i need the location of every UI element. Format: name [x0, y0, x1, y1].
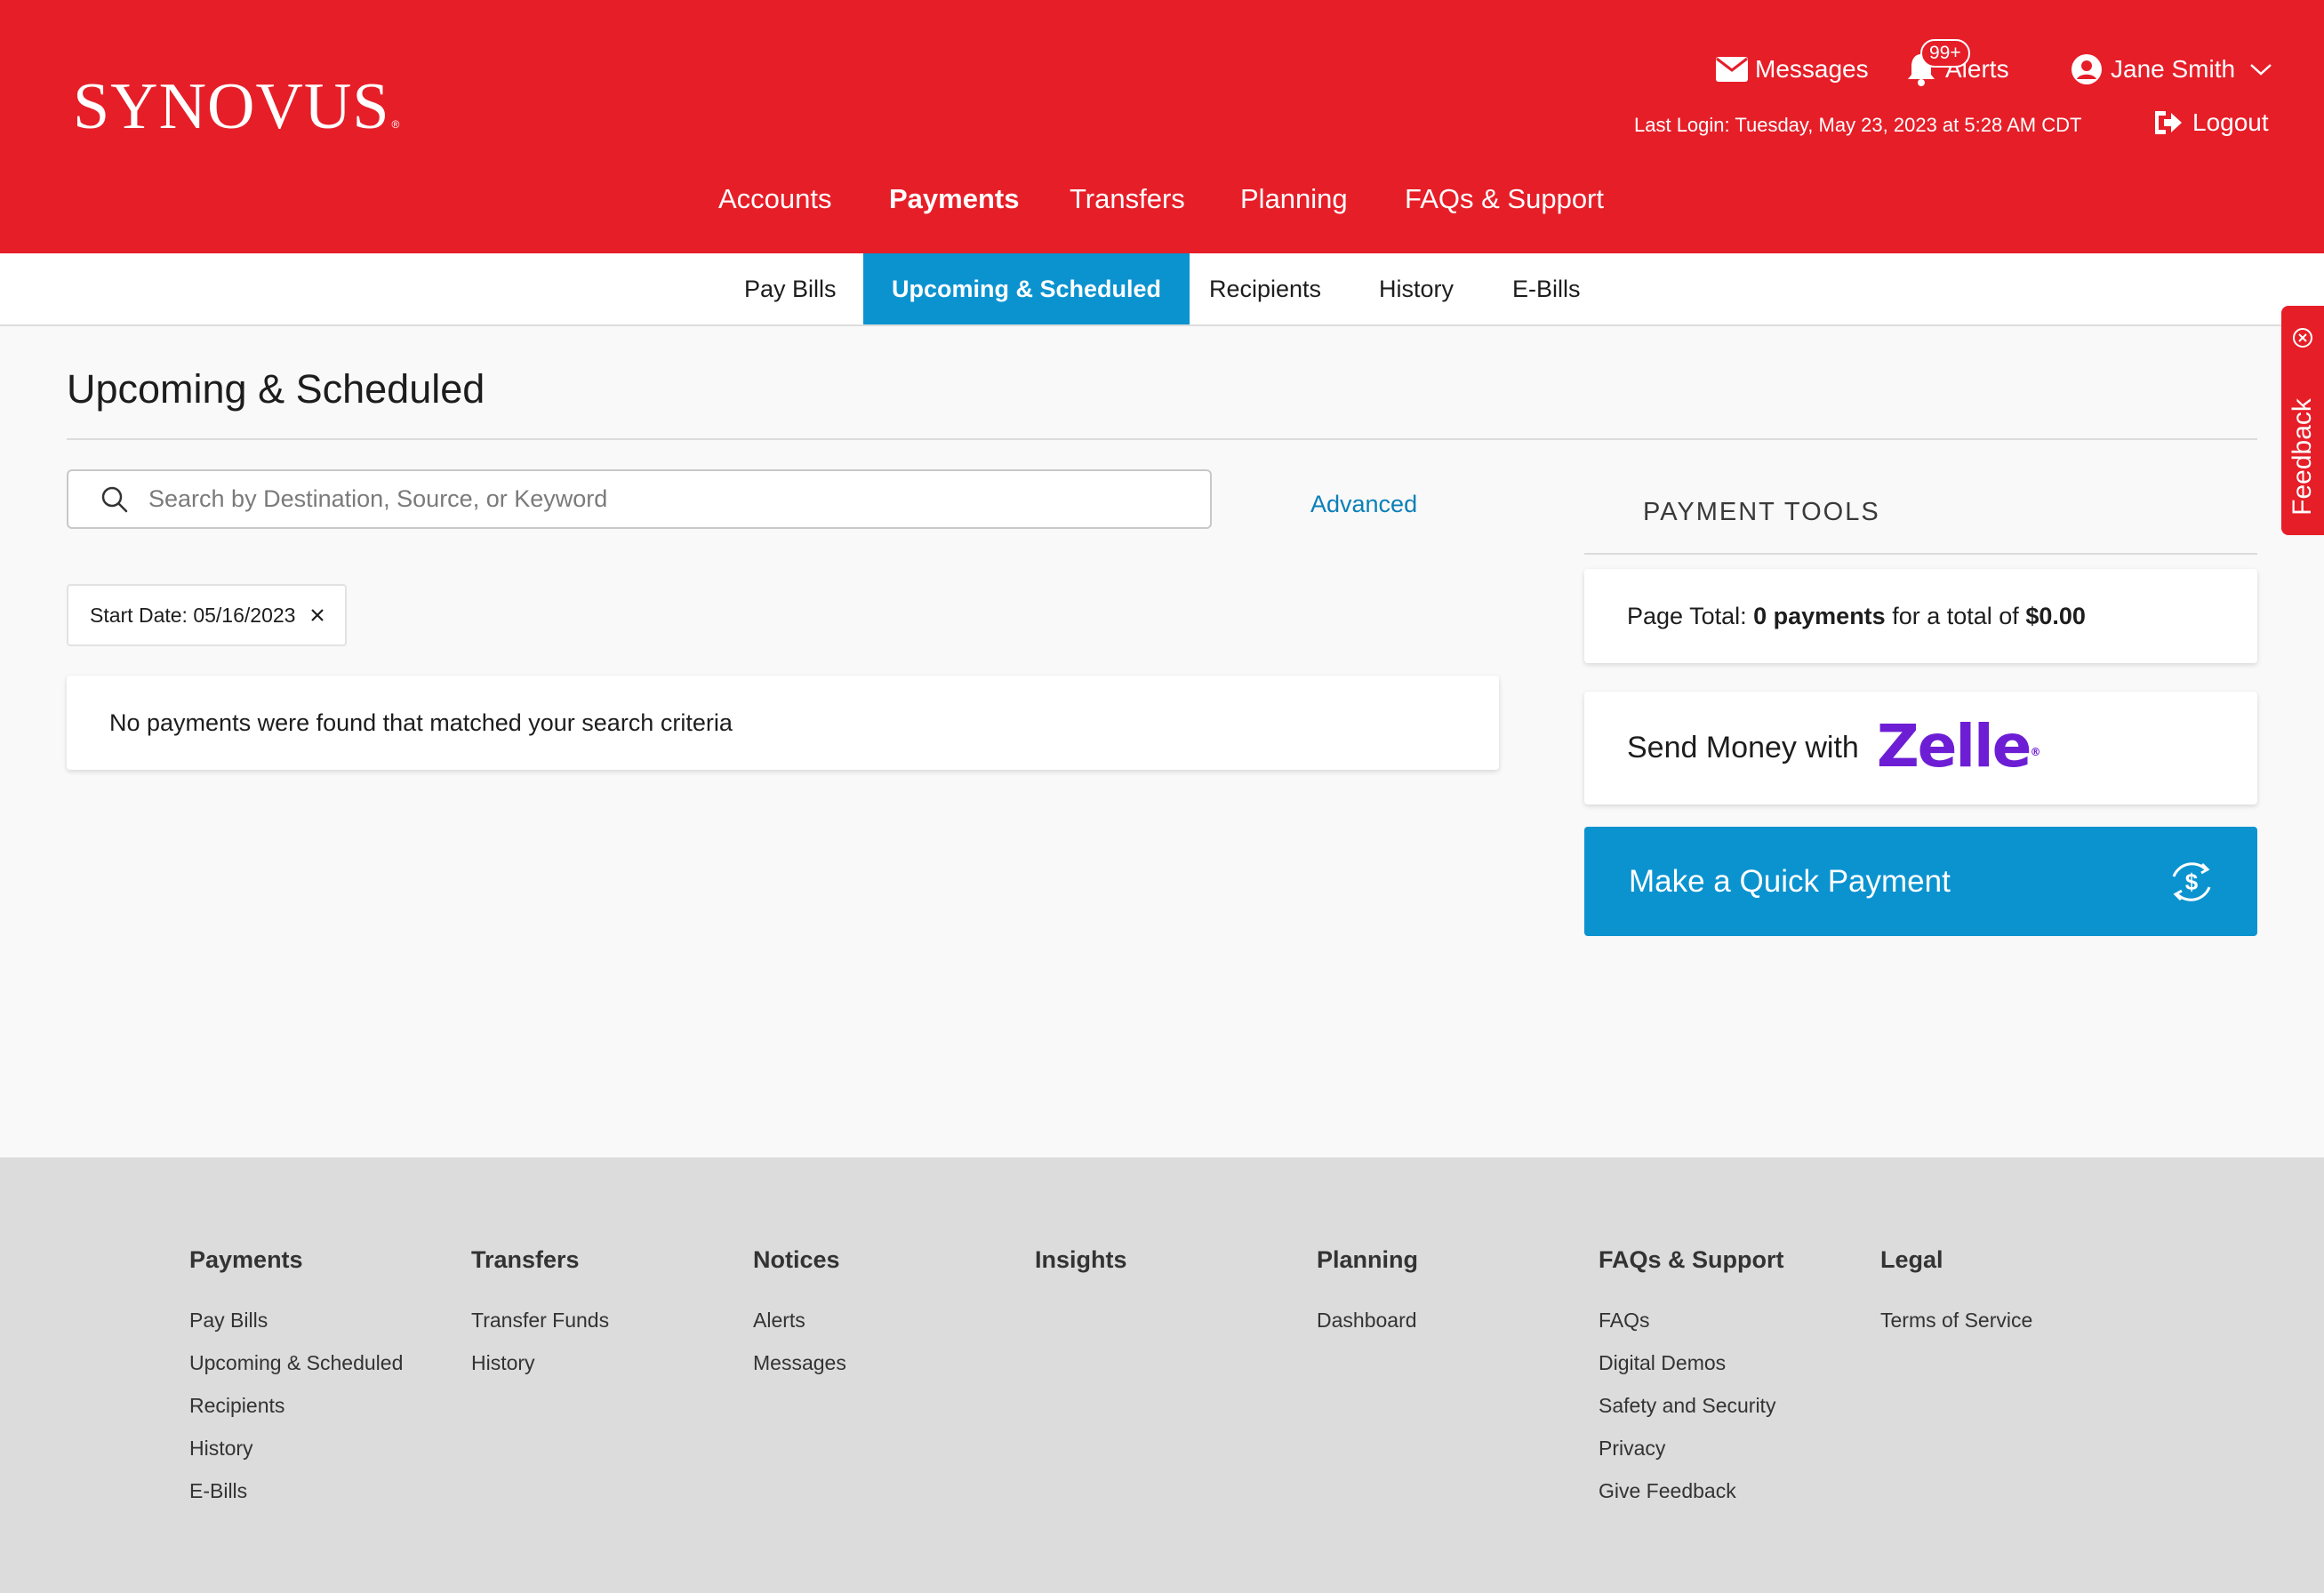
footer-link-dashboard[interactable]: Dashboard: [1317, 1299, 1418, 1341]
footer-heading: FAQs & Support: [1599, 1246, 1784, 1273]
footer-col-notices: Notices Alerts Messages: [753, 1246, 846, 1384]
user-menu[interactable]: Jane Smith: [2072, 44, 2272, 94]
synovus-logo[interactable]: SYNOVUS ®: [73, 69, 400, 144]
footer-link-transfer-funds[interactable]: Transfer Funds: [471, 1299, 609, 1341]
nav-payments[interactable]: Payments: [889, 183, 1019, 215]
alerts-link[interactable]: 99+ Alerts: [1906, 39, 2009, 94]
search-icon: [101, 486, 128, 512]
page-total-count: 0 payments: [1753, 603, 1886, 629]
page-total-amount: $0.00: [2025, 603, 2086, 629]
footer-col-payments: Payments Pay Bills Upcoming & Scheduled …: [189, 1246, 403, 1512]
advanced-search-link[interactable]: Advanced: [1310, 491, 1417, 518]
tab-history[interactable]: History: [1379, 253, 1454, 324]
empty-results-message: No payments were found that matched your…: [67, 676, 1499, 770]
payment-tools-divider: [1584, 553, 2257, 555]
footer-link-give-feedback[interactable]: Give Feedback: [1599, 1469, 1784, 1512]
search-input[interactable]: [148, 485, 1126, 513]
close-icon[interactable]: [309, 607, 325, 623]
feedback-tab[interactable]: Feedback: [2281, 306, 2324, 535]
main-nav: Accounts Payments Transfers Planning FAQ…: [0, 183, 2324, 222]
send-money-label: Send Money with: [1627, 731, 1859, 764]
sub-nav: Pay Bills Upcoming & Scheduled Recipient…: [0, 253, 2324, 326]
nav-faqs-support[interactable]: FAQs & Support: [1405, 183, 1604, 215]
payment-tools-title: PAYMENT TOOLS: [1643, 498, 1880, 526]
footer-link-upcoming-scheduled[interactable]: Upcoming & Scheduled: [189, 1341, 403, 1384]
logo-registered-mark: ®: [391, 118, 401, 131]
footer-heading: Planning: [1317, 1246, 1418, 1273]
footer-col-transfers: Transfers Transfer Funds History: [471, 1246, 609, 1384]
footer-link-alerts[interactable]: Alerts: [753, 1299, 846, 1341]
tab-pay-bills[interactable]: Pay Bills: [744, 253, 837, 324]
footer-heading: Payments: [189, 1246, 303, 1273]
footer-link-safety-security[interactable]: Safety and Security: [1599, 1384, 1784, 1427]
title-divider: [67, 438, 2257, 440]
user-circle-icon: [2072, 54, 2102, 84]
logout-icon: [2155, 111, 2182, 134]
footer-link-recipients[interactable]: Recipients: [189, 1384, 403, 1427]
nav-planning[interactable]: Planning: [1240, 183, 1348, 215]
logout-label: Logout: [2192, 108, 2269, 136]
svg-text:$: $: [2185, 869, 2199, 895]
envelope-icon: [1716, 57, 1748, 82]
logo-text: SYNOVUS: [73, 70, 390, 143]
search-box: [67, 469, 1212, 529]
zelle-logo-text: Zelle: [1876, 711, 2032, 780]
tab-upcoming-scheduled[interactable]: Upcoming & Scheduled: [863, 253, 1190, 324]
tab-recipients[interactable]: Recipients: [1209, 253, 1321, 324]
page-total-card: Page Total: 0 payments for a total of $0…: [1584, 569, 2257, 663]
dollar-refresh-icon: $: [2172, 861, 2211, 901]
send-money-zelle-card[interactable]: Send Money with Zelle®: [1584, 692, 2257, 805]
footer-link-terms-of-service[interactable]: Terms of Service: [1880, 1299, 2032, 1341]
footer-link-e-bills[interactable]: E-Bills: [189, 1469, 403, 1512]
footer: Payments Pay Bills Upcoming & Scheduled …: [0, 1157, 2324, 1593]
footer-col-legal: Legal Terms of Service: [1880, 1246, 2032, 1341]
page-title: Upcoming & Scheduled: [67, 366, 485, 412]
footer-link-faqs[interactable]: FAQs: [1599, 1299, 1784, 1341]
quick-payment-label: Make a Quick Payment: [1629, 863, 1951, 899]
footer-heading: Transfers: [471, 1246, 580, 1273]
footer-link-digital-demos[interactable]: Digital Demos: [1599, 1341, 1784, 1384]
bell-icon-wrap: 99+: [1906, 39, 1970, 87]
messages-label: Messages: [1755, 55, 1869, 83]
zelle-registered-mark: ®: [2030, 745, 2041, 758]
quick-payment-button[interactable]: Make a Quick Payment $: [1584, 827, 2257, 936]
zelle-logo: Zelle®: [1877, 715, 2041, 778]
footer-col-faqs-support: FAQs & Support FAQs Digital Demos Safety…: [1599, 1246, 1784, 1512]
footer-heading: Legal: [1880, 1246, 1943, 1273]
page-total-prefix: Page Total:: [1627, 603, 1747, 629]
chevron-down-icon: [2250, 64, 2272, 76]
messages-link[interactable]: Messages: [1716, 44, 1869, 94]
filter-chip-label: Start Date: 05/16/2023: [90, 603, 296, 627]
nav-transfers[interactable]: Transfers: [1070, 183, 1185, 215]
footer-link-pay-bills[interactable]: Pay Bills: [189, 1299, 403, 1341]
footer-heading[interactable]: Insights: [1035, 1246, 1127, 1274]
footer-col-planning: Planning Dashboard: [1317, 1246, 1418, 1341]
page-total-mid: for a total of: [1892, 603, 2019, 629]
start-date-filter-chip: Start Date: 05/16/2023: [67, 584, 348, 646]
footer-link-messages[interactable]: Messages: [753, 1341, 846, 1384]
nav-accounts[interactable]: Accounts: [718, 183, 832, 215]
footer-col-insights: Insights: [1035, 1246, 1127, 1299]
logout-button[interactable]: Logout: [2152, 108, 2269, 137]
footer-heading: Notices: [753, 1246, 840, 1273]
close-circle-icon[interactable]: [2292, 327, 2313, 348]
footer-link-privacy[interactable]: Privacy: [1599, 1427, 1784, 1469]
user-name: Jane Smith: [2111, 55, 2236, 83]
footer-link-transfers-history[interactable]: History: [471, 1341, 609, 1384]
tab-e-bills[interactable]: E-Bills: [1512, 253, 1581, 324]
alerts-badge: 99+: [1920, 39, 1970, 68]
feedback-label: Feedback: [2288, 398, 2317, 516]
footer-link-history[interactable]: History: [189, 1427, 403, 1469]
last-login-text: Last Login: Tuesday, May 23, 2023 at 5:2…: [1634, 114, 2082, 136]
header: SYNOVUS ® Messages 99+ Alerts Jane Smith …: [0, 0, 2324, 253]
